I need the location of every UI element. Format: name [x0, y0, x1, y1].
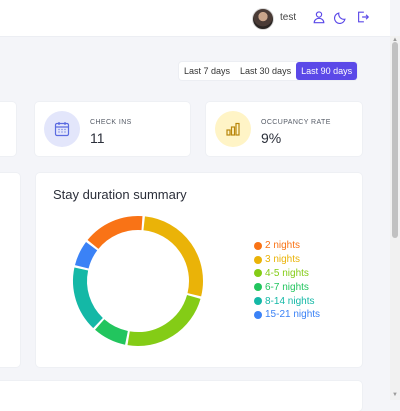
- range-last-30-days[interactable]: Last 30 days: [235, 62, 296, 80]
- stay-duration-panel: Stay duration summary 2 nights 3 nights …: [36, 173, 362, 367]
- date-range-filter: Last 7 days Last 30 days Last 90 days: [179, 62, 358, 80]
- legend-item[interactable]: 2 nights: [254, 239, 320, 253]
- legend-label: 2 nights: [265, 240, 301, 252]
- stat-card-check-ins: CHECK INS 11: [35, 102, 190, 156]
- range-last-90-days[interactable]: Last 90 days: [296, 62, 358, 80]
- donut-slice-4-5-nights[interactable]: [127, 294, 201, 346]
- chart-title: Stay duration summary: [53, 187, 187, 202]
- donut-slice-6-7-nights[interactable]: [95, 319, 129, 345]
- logout-icon[interactable]: [356, 10, 370, 24]
- legend-swatch: [254, 255, 262, 264]
- legend-swatch: [254, 283, 262, 292]
- legend-label: 4-5 nights: [265, 267, 309, 279]
- moon-icon[interactable]: [334, 10, 348, 24]
- username[interactable]: test: [280, 12, 296, 23]
- avatar[interactable]: [252, 8, 274, 30]
- legend-item[interactable]: 3 nights: [254, 253, 320, 267]
- legend-item[interactable]: 15-21 nights: [254, 308, 320, 322]
- legend-label: 6-7 nights: [265, 281, 309, 293]
- check-ins-value: 11: [90, 130, 105, 146]
- legend-swatch: [254, 241, 262, 250]
- legend-item[interactable]: 4-5 nights: [254, 267, 320, 281]
- legend-label: 15-21 nights: [265, 309, 321, 321]
- legend-item[interactable]: 6-7 nights: [254, 280, 320, 294]
- stat-card-partial: [0, 102, 16, 156]
- chart-legend: 2 nights 3 nights 4-5 nights 6-7 nights …: [254, 239, 320, 322]
- top-bar: test: [0, 0, 390, 37]
- donut-slice-2-nights[interactable]: [87, 216, 143, 250]
- calendar-icon: [44, 111, 80, 147]
- donut-slice-3-nights[interactable]: [143, 216, 203, 297]
- legend-label: 8-14 nights: [265, 295, 315, 307]
- legend-swatch: [254, 269, 262, 278]
- occupancy-rate-value: 9%: [261, 130, 282, 146]
- panel-bottom-partial: [0, 381, 362, 411]
- bar-chart-icon: [215, 111, 251, 147]
- legend-swatch: [254, 297, 262, 306]
- donut-slice-15-21-nights[interactable]: [74, 241, 98, 269]
- user-icon[interactable]: [312, 10, 326, 24]
- scroll-down-arrow[interactable]: ▼: [391, 392, 399, 398]
- stay-duration-donut-chart: [73, 216, 203, 346]
- legend-item[interactable]: 8-14 nights: [254, 294, 320, 308]
- scrollbar-thumb[interactable]: [392, 42, 398, 238]
- legend-label: 3 nights: [265, 254, 301, 266]
- donut-slice-8-14-nights[interactable]: [73, 267, 104, 329]
- legend-swatch: [254, 310, 262, 319]
- check-ins-label: CHECK INS: [90, 119, 132, 126]
- occupancy-rate-label: OCCUPANCY RATE: [261, 119, 331, 126]
- panel-partial: [0, 173, 20, 367]
- stat-card-occupancy-rate: OCCUPANCY RATE 9%: [206, 102, 362, 156]
- range-last-7-days[interactable]: Last 7 days: [179, 62, 235, 80]
